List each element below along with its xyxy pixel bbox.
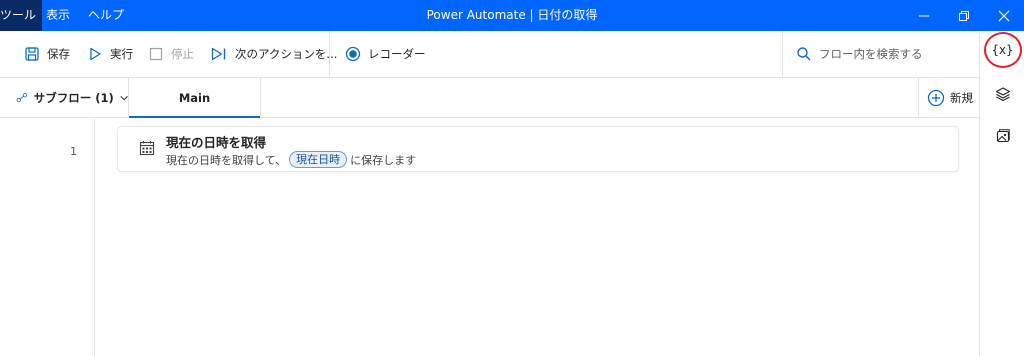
new-label: 新規: [950, 90, 973, 105]
recorder-button[interactable]: レコーダー: [345, 31, 426, 77]
toolbar: 保存 実行 停止 次のアクションを... レコーダー フロー内を検索する: [0, 31, 979, 78]
stop-label: 停止: [171, 47, 194, 61]
menu-view[interactable]: 表示: [46, 0, 70, 31]
search-placeholder: フロー内を検索する: [819, 47, 923, 61]
search-input[interactable]: フロー内を検索する: [796, 31, 971, 77]
action-description: 現在の日時を取得して、 現在日時 に保存します: [166, 151, 416, 168]
save-icon: [25, 47, 39, 61]
layers-icon: [995, 87, 1010, 102]
tab-main-label: Main: [178, 90, 211, 105]
subflow-icon: [16, 92, 28, 102]
restore-button[interactable]: [944, 0, 984, 31]
calendar-icon: [139, 141, 155, 156]
action-get-current-datetime[interactable]: 現在の日時を取得 現在の日時を取得して、 現在日時 に保存します: [117, 126, 959, 172]
save-label: 保存: [47, 47, 70, 61]
line-gutter: 1: [0, 119, 95, 356]
new-subflow-button[interactable]: 新規: [918, 78, 979, 117]
subflow-label: サブフロー (1): [33, 90, 114, 105]
run-button[interactable]: 実行: [87, 31, 133, 77]
stop-icon: [149, 47, 163, 61]
images-button[interactable]: [980, 117, 1024, 155]
line-number: 1: [70, 145, 77, 158]
toolbar-divider: [329, 31, 330, 77]
subflow-dropdown[interactable]: サブフロー (1): [0, 78, 129, 117]
step-forward-icon: [211, 47, 226, 61]
recorder-label: レコーダー: [368, 47, 426, 61]
images-icon: [996, 129, 1010, 143]
close-icon: [998, 10, 1010, 21]
run-label: 実行: [110, 47, 133, 61]
action-desc-suffix: に保存します: [350, 153, 417, 167]
action-desc-prefix: 現在の日時を取得して、: [166, 153, 287, 167]
chevron-down-icon: [120, 95, 128, 100]
window-title: Power Automate | 日付の取得: [426, 8, 598, 22]
menu-help[interactable]: ヘルプ: [88, 0, 124, 31]
search-icon: [797, 47, 811, 61]
ui-elements-button[interactable]: [980, 75, 1024, 113]
menu-tools[interactable]: ツール: [0, 0, 43, 31]
play-icon: [90, 47, 101, 61]
variable-badge[interactable]: 現在日時: [289, 151, 348, 168]
right-panel: {x}: [979, 31, 1024, 356]
record-icon: [345, 46, 361, 62]
save-button[interactable]: 保存: [24, 31, 70, 77]
stop-button[interactable]: 停止: [148, 31, 194, 77]
next-action-button[interactable]: 次のアクションを...: [210, 31, 337, 77]
variables-icon: {x}: [991, 43, 1014, 57]
add-circle-icon: [927, 89, 945, 106]
restore-icon: [959, 10, 969, 21]
next-action-label: 次のアクションを...: [235, 47, 338, 61]
action-title: 現在の日時を取得: [166, 135, 267, 150]
title-bar: ツール 表示 ヘルプ Power Automate | 日付の取得: [0, 0, 1024, 31]
close-button[interactable]: [984, 0, 1024, 31]
search-divider: [782, 31, 783, 77]
minimize-button[interactable]: [904, 0, 944, 31]
minimize-icon: [919, 15, 929, 16]
tab-main[interactable]: Main: [129, 78, 261, 118]
variables-button[interactable]: {x}: [980, 31, 1024, 69]
tabs-row: サブフロー (1) Main 新規: [0, 78, 979, 118]
